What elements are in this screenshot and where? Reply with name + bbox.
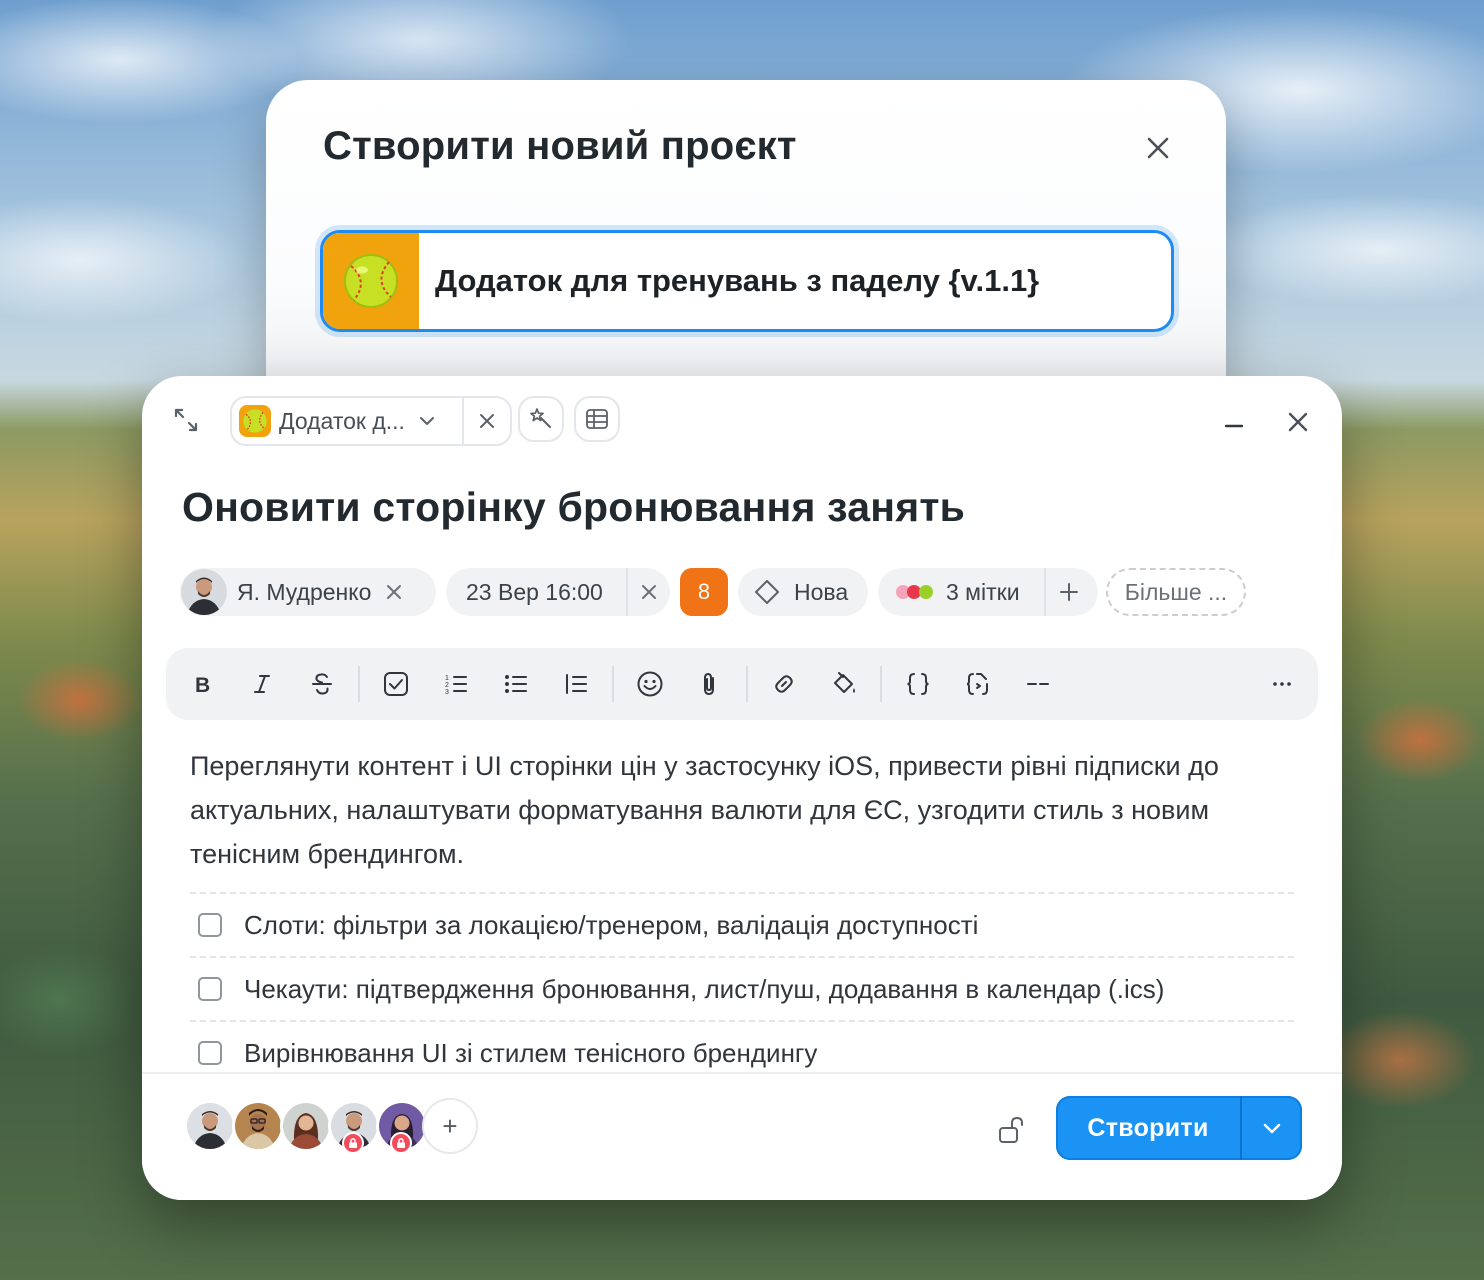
strikethrough-icon[interactable] bbox=[306, 668, 338, 700]
svg-text:1: 1 bbox=[445, 675, 449, 682]
expand-icon[interactable] bbox=[170, 404, 202, 436]
avatar[interactable] bbox=[184, 1100, 236, 1152]
more-horizontal-icon[interactable] bbox=[1266, 668, 1298, 700]
highlight-color-icon[interactable] bbox=[828, 668, 860, 700]
priority-badge[interactable]: 8 bbox=[680, 568, 728, 616]
project-selector-label: Додаток д... bbox=[279, 407, 405, 434]
italic-icon[interactable] bbox=[246, 668, 278, 700]
chevron-down-icon bbox=[417, 411, 437, 431]
project-selector[interactable]: Додаток д... bbox=[230, 396, 512, 446]
avatar[interactable] bbox=[280, 1100, 332, 1152]
add-label-button[interactable] bbox=[1058, 581, 1080, 603]
plus-icon bbox=[1060, 583, 1078, 601]
svg-text:B: B bbox=[195, 674, 210, 696]
task-properties: Я. Мудренко 23 Вер 16:00 8 Нова 3 мітки … bbox=[180, 568, 1320, 616]
project-emoji-button[interactable] bbox=[323, 233, 419, 329]
chevron-down-icon[interactable] bbox=[1242, 1116, 1302, 1140]
avatar[interactable] bbox=[232, 1100, 284, 1152]
checkbox[interactable] bbox=[198, 1041, 222, 1065]
bullet-list-icon[interactable] bbox=[500, 668, 532, 700]
checklist-item: Чекаути: підтвердження бронювання, лист/… bbox=[190, 956, 1294, 1020]
formatting-toolbar: B 123 bbox=[166, 648, 1318, 720]
project-name-value: Додаток для тренувань з паделу {v.1.1} bbox=[435, 263, 1040, 298]
task-topbar: Додаток д... bbox=[142, 376, 1342, 466]
tennis-ball-icon bbox=[239, 405, 271, 437]
ai-magic-button[interactable] bbox=[518, 396, 564, 442]
tennis-ball-icon bbox=[344, 254, 398, 308]
dialog-footer: + Створити bbox=[142, 1072, 1342, 1200]
checklist-item: Слоти: фільтри за локацією/тренером, вал… bbox=[190, 892, 1294, 956]
create-project-dialog: Створити новий проєкт Додаток для тренув… bbox=[266, 80, 1226, 420]
status-label: Нова bbox=[794, 578, 849, 605]
table-view-button[interactable] bbox=[574, 396, 620, 442]
avatar bbox=[181, 569, 227, 615]
quote-icon[interactable] bbox=[560, 668, 592, 700]
svg-text:3: 3 bbox=[445, 689, 449, 696]
bold-icon[interactable]: B bbox=[186, 668, 218, 700]
close-icon[interactable] bbox=[1282, 406, 1314, 438]
link-icon[interactable] bbox=[768, 668, 800, 700]
checklist-item-text[interactable]: Вирівнювання UI зі стилем тенісного брен… bbox=[244, 1038, 817, 1069]
attachment-icon[interactable] bbox=[694, 668, 726, 700]
magic-wand-icon bbox=[530, 408, 551, 428]
labels-count: 3 мітки bbox=[946, 578, 1020, 605]
diamond-icon bbox=[754, 579, 780, 605]
create-button-label: Створити bbox=[1087, 1113, 1209, 1142]
assignee-name: Я. Мудренко bbox=[237, 578, 372, 605]
create-button[interactable]: Створити bbox=[1056, 1096, 1302, 1160]
checkbox-icon[interactable] bbox=[380, 668, 412, 700]
due-date-chip[interactable]: 23 Вер 16:00 bbox=[446, 568, 670, 616]
checklist-item-text[interactable]: Чекаути: підтвердження бронювання, лист/… bbox=[244, 974, 1164, 1005]
lock-icon bbox=[342, 1132, 364, 1154]
toolbar-divider bbox=[358, 666, 360, 702]
labels-chip[interactable]: 3 мітки bbox=[878, 568, 1098, 616]
project-name-field[interactable]: Додаток для тренувань з паделу {v.1.1} bbox=[320, 230, 1174, 332]
unlock-icon[interactable] bbox=[996, 1114, 1028, 1146]
checkbox[interactable] bbox=[198, 913, 222, 937]
add-member-button[interactable]: + bbox=[424, 1100, 476, 1152]
close-icon bbox=[480, 414, 494, 428]
chip-divider bbox=[626, 568, 628, 616]
clear-project-button[interactable] bbox=[464, 398, 510, 444]
svg-text:2: 2 bbox=[445, 682, 449, 689]
minimize-icon[interactable] bbox=[1222, 406, 1246, 430]
table-icon bbox=[586, 409, 608, 429]
emoji-icon[interactable] bbox=[634, 668, 666, 700]
status-chip[interactable]: Нова bbox=[738, 568, 868, 616]
dialog-title: Створити новий проєкт bbox=[323, 124, 797, 168]
toolbar-divider bbox=[746, 666, 748, 702]
label-dots-icon bbox=[894, 582, 938, 602]
close-icon[interactable] bbox=[638, 581, 660, 603]
task-description[interactable]: Переглянути контент і UI сторінки цін у … bbox=[190, 744, 1250, 876]
numbered-list-icon[interactable]: 123 bbox=[440, 668, 472, 700]
task-title[interactable]: Оновити сторінку бронювання занять bbox=[182, 484, 965, 531]
close-icon[interactable] bbox=[383, 581, 405, 603]
checkbox[interactable] bbox=[198, 977, 222, 1001]
assignee-chip[interactable]: Я. Мудренко bbox=[180, 568, 436, 616]
checklist: Слоти: фільтри за локацією/тренером, вал… bbox=[190, 892, 1294, 1084]
more-properties-button[interactable]: Більше ... bbox=[1106, 568, 1246, 616]
close-icon[interactable] bbox=[1142, 132, 1174, 164]
due-date-value: 23 Вер 16:00 bbox=[466, 578, 603, 605]
code-block-icon[interactable] bbox=[962, 668, 994, 700]
create-task-dialog: Додаток д... Оновити сторінку бронювання… bbox=[142, 376, 1342, 1200]
checklist-item-text[interactable]: Слоти: фільтри за локацією/тренером, вал… bbox=[244, 910, 978, 941]
divider-line-icon[interactable] bbox=[1022, 668, 1054, 700]
code-braces-icon[interactable] bbox=[902, 668, 934, 700]
toolbar-divider bbox=[612, 666, 614, 702]
lock-icon bbox=[390, 1132, 412, 1154]
toolbar-divider bbox=[880, 666, 882, 702]
chip-divider bbox=[1044, 568, 1046, 616]
